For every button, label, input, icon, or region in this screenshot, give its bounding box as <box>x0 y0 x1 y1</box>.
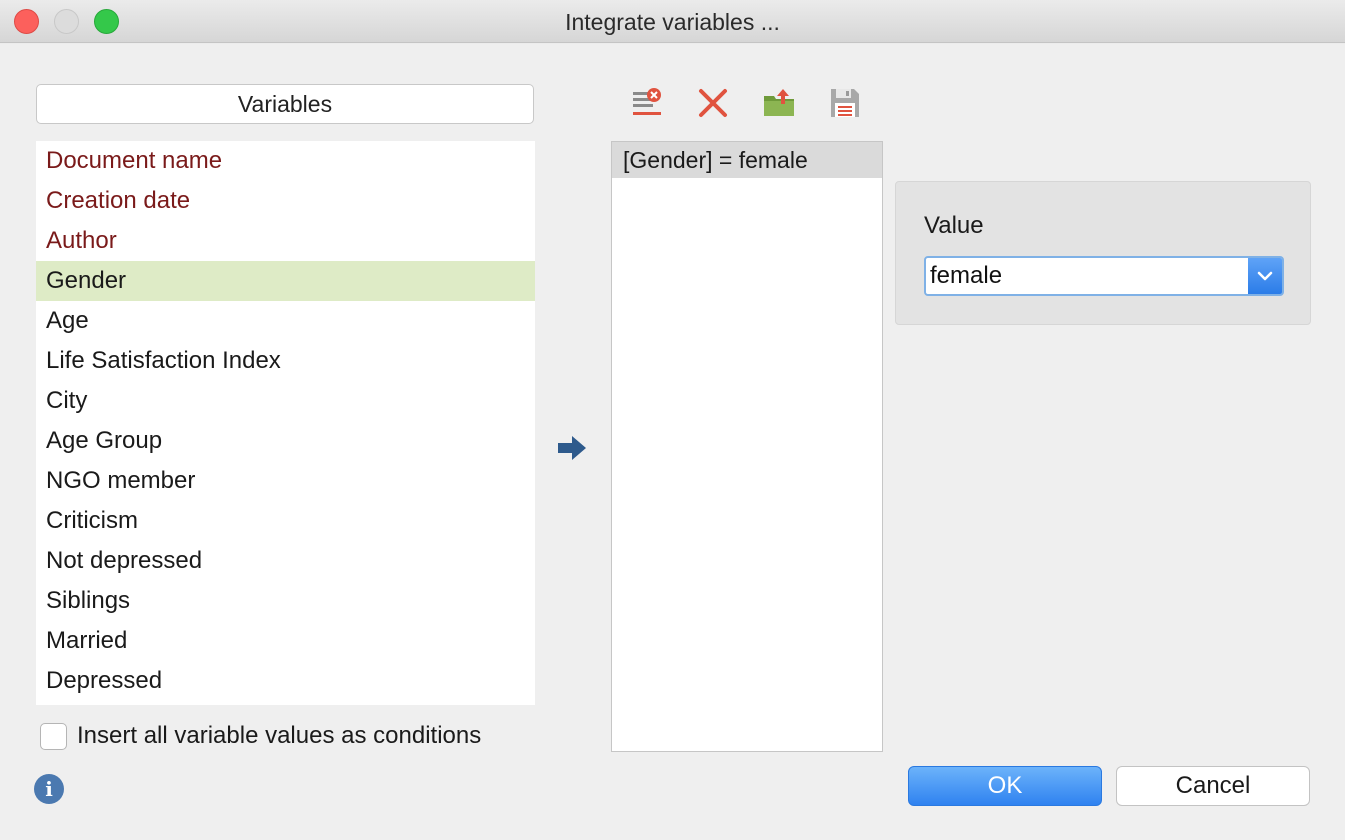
chevron-down-icon <box>1257 271 1273 281</box>
variable-item-creation-date[interactable]: Creation date <box>36 181 535 221</box>
variable-item-ngo-member[interactable]: NGO member <box>36 461 535 501</box>
variable-item-life-satisfaction-index[interactable]: Life Satisfaction Index <box>36 341 535 381</box>
insert-all-option: Insert all variable values as conditions <box>40 721 481 751</box>
dropdown-button[interactable] <box>1248 258 1282 294</box>
variable-item-author[interactable]: Author <box>36 221 535 261</box>
title-bar: Integrate variables ... <box>0 0 1345 43</box>
variable-item-city[interactable]: City <box>36 381 535 421</box>
variable-item-age[interactable]: Age <box>36 301 535 341</box>
conditions-list[interactable]: [Gender] = female <box>611 141 883 752</box>
variable-item-depressed[interactable]: Depressed <box>36 661 535 701</box>
ok-button[interactable]: OK <box>908 766 1102 806</box>
open-folder-icon[interactable] <box>762 86 796 120</box>
save-icon[interactable] <box>828 86 862 120</box>
add-condition-arrow-icon[interactable] <box>556 432 588 464</box>
variable-item-gender[interactable]: Gender <box>36 261 535 301</box>
variable-item-married[interactable]: Married <box>36 621 535 661</box>
value-panel: Value female <box>895 181 1311 325</box>
clear-list-icon[interactable] <box>630 86 664 120</box>
value-dropdown-text: female <box>930 262 1003 289</box>
variable-item-document-name[interactable]: Document name <box>36 141 535 181</box>
variables-list[interactable]: Document name Creation date Author Gende… <box>36 141 535 705</box>
condition-item[interactable]: [Gender] = female <box>612 142 882 178</box>
window-title: Integrate variables ... <box>565 9 780 35</box>
value-dropdown[interactable]: female <box>924 256 1284 296</box>
insert-all-label[interactable]: Insert all variable values as conditions <box>77 722 481 750</box>
delete-icon[interactable] <box>696 86 730 120</box>
insert-all-checkbox[interactable] <box>40 722 67 750</box>
cancel-button[interactable]: Cancel <box>1116 766 1310 806</box>
value-label: Value <box>924 212 984 239</box>
variables-header-button[interactable]: Variables <box>36 84 534 124</box>
info-icon[interactable]: i <box>34 774 64 804</box>
variable-item-age-group[interactable]: Age Group <box>36 421 535 461</box>
variable-item-criticism[interactable]: Criticism <box>36 501 535 541</box>
variable-item-not-depressed[interactable]: Not depressed <box>36 541 535 581</box>
variable-item-siblings[interactable]: Siblings <box>36 581 535 621</box>
